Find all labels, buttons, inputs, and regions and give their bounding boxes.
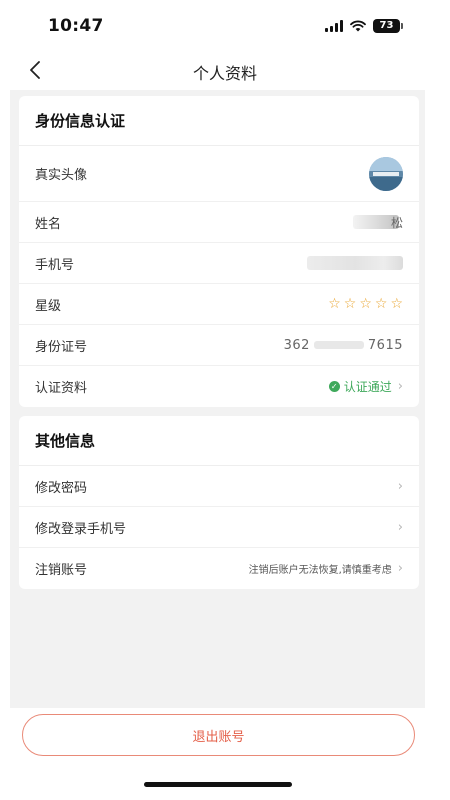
cancel-account-row[interactable]: 注销账号 注销后账户无法恢复,请慎重考虑 › xyxy=(19,548,419,589)
star-row: 星级 ☆ ☆ ☆ ☆ ☆ xyxy=(19,284,419,325)
name-value-wrap: 松 xyxy=(352,214,403,231)
change-phone-row[interactable]: 修改登录手机号 › xyxy=(19,507,419,548)
nav-bar: 个人资料 xyxy=(0,52,450,90)
chevron-right-icon: › xyxy=(397,379,403,394)
change-phone-label: 修改登录手机号 xyxy=(35,521,127,537)
id-row: 身份证号 362 7615 xyxy=(19,325,419,366)
chevron-right-icon: › xyxy=(397,478,403,494)
name-value: 松 xyxy=(390,215,403,230)
cancel-account-label: 注销账号 xyxy=(35,563,88,578)
star-icon: ☆ xyxy=(359,296,372,312)
star-icon: ☆ xyxy=(343,296,357,312)
name-label: 姓名 xyxy=(35,216,62,232)
id-prefix: 362 xyxy=(283,337,310,353)
other-info-card: 其他信息 修改密码 › 修改登录手机号 › 注销账号 注销后账户无法恢复,请慎重… xyxy=(19,416,419,589)
identity-card: 身份信息认证 真实头像 姓名 松 手机号 星级 ☆ ☆ ☆ ☆ ☆ 身份证号 3… xyxy=(19,96,419,407)
check-circle-icon: ✓ xyxy=(328,381,340,392)
wifi-icon xyxy=(350,20,366,32)
phone-row: 手机号 xyxy=(19,243,419,284)
star-icon: ☆ xyxy=(374,296,388,312)
cancel-account-right: 注销后账户无法恢复,请慎重考虑 › xyxy=(249,561,403,576)
content-area: 身份信息认证 真实头像 姓名 松 手机号 星级 ☆ ☆ ☆ ☆ ☆ 身份证号 3… xyxy=(10,90,425,708)
chevron-right-icon: › xyxy=(397,519,403,535)
id-suffix: 7615 xyxy=(367,337,403,353)
status-time: 10:47 xyxy=(48,16,104,36)
cert-status-text: 认证通过 xyxy=(343,380,392,394)
phone-value-mask xyxy=(307,256,403,270)
identity-card-title: 身份信息认证 xyxy=(19,96,419,146)
phone-label: 手机号 xyxy=(35,257,75,273)
signal-icon xyxy=(325,20,343,32)
star-label: 星级 xyxy=(35,298,62,314)
id-value: 362 7615 xyxy=(284,338,403,353)
logout-button[interactable]: 退出账号 xyxy=(22,714,415,756)
name-row: 姓名 松 xyxy=(19,202,419,243)
cert-status: ✓ 认证通过 xyxy=(328,378,392,395)
change-password-label: 修改密码 xyxy=(35,480,88,496)
avatar xyxy=(369,156,403,191)
cert-row[interactable]: 认证资料 ✓ 认证通过 › xyxy=(19,366,419,407)
status-icons: 73 xyxy=(325,19,403,33)
star-rating: ☆ ☆ ☆ ☆ ☆ xyxy=(328,296,403,312)
avatar-row[interactable]: 真实头像 xyxy=(19,146,419,202)
star-icon: ☆ xyxy=(328,296,341,312)
id-label: 身份证号 xyxy=(35,339,88,355)
star-icon: ☆ xyxy=(390,296,403,312)
status-bar: 10:47 73 xyxy=(0,0,450,52)
cert-label: 认证资料 xyxy=(35,381,88,396)
home-indicator xyxy=(144,782,292,787)
change-password-row[interactable]: 修改密码 › xyxy=(19,466,419,507)
battery-icon: 73 xyxy=(373,19,403,33)
id-mask xyxy=(313,341,364,349)
cert-status-wrap: ✓ 认证通过 › xyxy=(328,378,403,395)
page-title: 个人资料 xyxy=(192,64,257,83)
avatar-label: 真实头像 xyxy=(35,168,88,183)
other-info-title: 其他信息 xyxy=(19,416,419,466)
cancel-account-hint: 注销后账户无法恢复,请慎重考虑 xyxy=(248,565,392,576)
chevron-right-icon: › xyxy=(397,561,403,576)
screen: 10:47 73 个人资料 身份信息认证 真实头像 姓名 松 手机号 星级 ☆ … xyxy=(0,0,450,800)
